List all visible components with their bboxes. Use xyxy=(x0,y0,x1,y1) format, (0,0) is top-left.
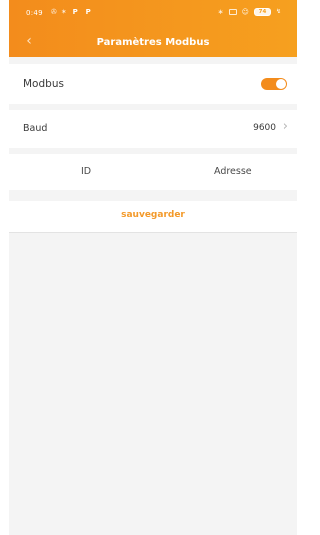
baud-row[interactable]: Baud 9600 › xyxy=(9,110,297,148)
baud-label: Baud xyxy=(23,123,48,134)
status-bar: 0:49 ✇ ✶ P P ∗ ☺ 74 ↯ xyxy=(9,0,297,24)
nav-bar: ‹ Paramètres Modbus xyxy=(9,30,297,56)
sim-icon xyxy=(228,9,237,15)
modbus-label: Modbus xyxy=(23,78,64,90)
app-header: 0:49 ✇ ✶ P P ∗ ☺ 74 ↯ ‹ Paramètres Modbu… xyxy=(9,0,297,57)
alarm-icon: ✇ xyxy=(51,8,57,16)
parking-app-icon-2: P xyxy=(85,8,91,16)
charging-icon: ↯ xyxy=(275,8,281,15)
modbus-toggle[interactable] xyxy=(261,78,287,90)
battery-icon: 74 xyxy=(253,8,271,16)
save-button[interactable]: sauvegarder xyxy=(9,210,297,220)
table-header: ID Adresse xyxy=(9,154,297,190)
column-id: ID xyxy=(81,166,92,177)
modbus-row: Modbus xyxy=(9,64,297,104)
app-screen: 0:49 ✇ ✶ P P ∗ ☺ 74 ↯ ‹ Paramètres Modbu… xyxy=(9,0,297,535)
parking-app-icon: P xyxy=(72,8,78,16)
signal-icon: ✶ xyxy=(60,8,67,16)
status-time: 0:49 xyxy=(26,9,43,17)
toggle-knob xyxy=(276,79,286,89)
status-right-icons: ∗ ☺ 74 ↯ xyxy=(218,7,281,17)
column-address: Adresse xyxy=(214,166,252,177)
wifi-icon: ☺ xyxy=(241,8,249,16)
save-row: sauvegarder xyxy=(9,201,297,233)
baud-value: 9600 xyxy=(253,123,276,133)
page-title: Paramètres Modbus xyxy=(96,37,210,48)
bluetooth-icon: ∗ xyxy=(217,8,224,16)
status-left-icons: ✇ ✶ P P xyxy=(51,7,93,17)
chevron-right-icon: › xyxy=(282,119,288,134)
